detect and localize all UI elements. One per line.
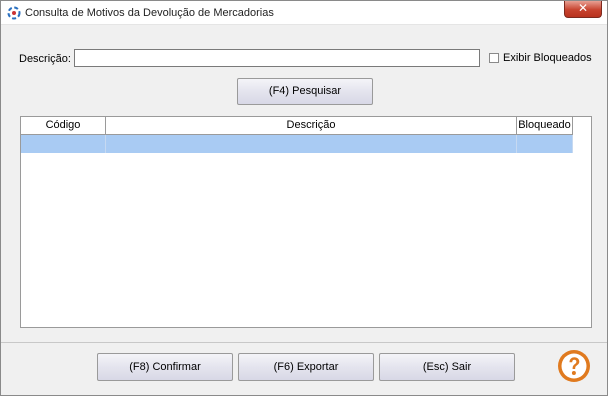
- search-button[interactable]: (F4) Pesquisar: [237, 78, 373, 105]
- description-input[interactable]: [74, 49, 480, 67]
- app-icon: [7, 6, 21, 20]
- footer-divider: [1, 342, 607, 343]
- grid-header: Código Descrição Bloqueado: [21, 117, 573, 135]
- export-button[interactable]: (F6) Exportar: [238, 353, 374, 381]
- checkbox-box[interactable]: [489, 53, 499, 64]
- column-header-bloqueado[interactable]: Bloqueado: [517, 117, 573, 135]
- help-question-icon[interactable]: [557, 349, 591, 383]
- close-button[interactable]: ✕: [564, 1, 602, 18]
- cell-codigo[interactable]: [21, 135, 106, 153]
- exit-button[interactable]: (Esc) Sair: [379, 353, 515, 381]
- table-row[interactable]: [21, 135, 573, 153]
- column-header-codigo[interactable]: Código: [21, 117, 106, 135]
- show-blocked-label: Exibir Bloqueados: [503, 52, 592, 65]
- dialog-body: Descrição: Exibir Bloqueados (F4) Pesqui…: [1, 26, 607, 390]
- results-grid[interactable]: Código Descrição Bloqueado: [20, 116, 592, 328]
- confirm-button[interactable]: (F8) Confirmar: [97, 353, 233, 381]
- cell-descricao[interactable]: [106, 135, 517, 153]
- description-label: Descrição:: [19, 53, 71, 65]
- column-header-descricao[interactable]: Descrição: [106, 117, 517, 135]
- title-bar[interactable]: Consulta de Motivos da Devolução de Merc…: [1, 1, 607, 25]
- window-title: Consulta de Motivos da Devolução de Merc…: [25, 7, 274, 19]
- show-blocked-checkbox[interactable]: Exibir Bloqueados: [489, 52, 592, 64]
- dialog-window: Consulta de Motivos da Devolução de Merc…: [0, 0, 608, 396]
- cell-bloqueado[interactable]: [517, 135, 573, 153]
